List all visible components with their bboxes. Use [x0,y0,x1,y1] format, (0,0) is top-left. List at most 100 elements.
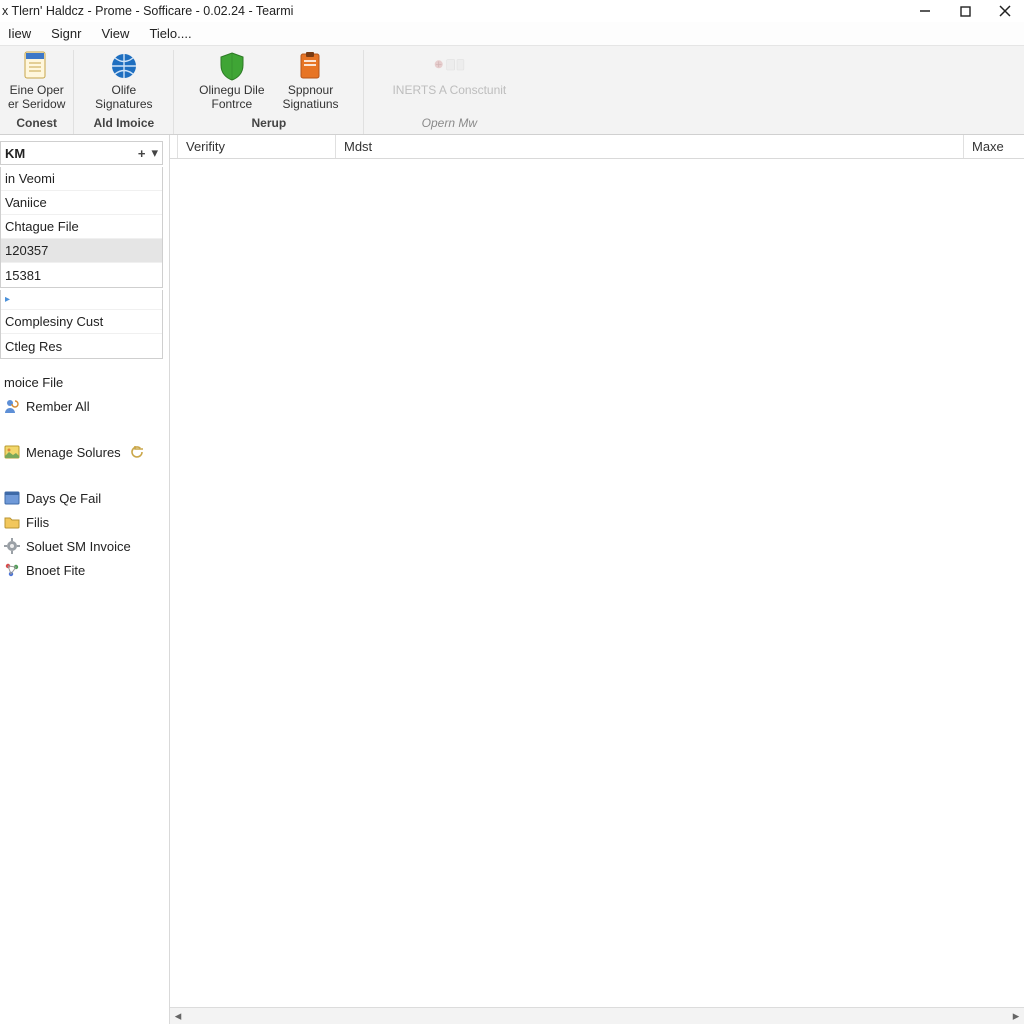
picture-icon [4,444,20,460]
sidebar-link-label: Days Qe Fail [26,491,101,506]
ribbon-btn-label: Eine Operer Seridow [8,84,65,112]
ribbon-group-label: Ald Imoice [94,116,155,130]
list-item[interactable]: Complesiny Cust [1,310,162,334]
column-header[interactable]: Mdst [336,135,964,158]
sidebar: KM + ▾ in Veomi Vaniice Chtague File 120… [0,135,170,1024]
list-item-label: in Veomi [5,171,55,186]
main: Verifity Mdst Maxe ◂ ▸ [170,135,1024,1024]
document-icon [21,50,53,82]
column-headers: Verifity Mdst Maxe [170,135,1024,159]
window-title: x Tlern' Haldcz - Prome - Sofficare - 0.… [2,4,293,18]
sidebar-selector[interactable]: KM + ▾ [0,141,163,165]
folder-icon [4,514,20,530]
refresh-icon [129,444,145,460]
window-controls [910,1,1020,21]
app-window: x Tlern' Haldcz - Prome - Sofficare - 0.… [0,0,1024,1024]
list-item-label: 15381 [5,268,41,283]
ribbon-btn-inerts-consctunit: INERTS A Consctunit [392,50,506,98]
calendar-icon [4,490,20,506]
list-item-blank[interactable]: ▸ [1,290,162,310]
list-item-label: Chtague File [5,219,79,234]
ribbon-groups: Eine Operer Seridow Conest OlifeSignatur… [0,50,1024,134]
list-item-label: Complesiny Cust [5,314,103,329]
chevron-down-icon[interactable]: ▾ [151,145,158,161]
horizontal-scrollbar[interactable]: ◂ ▸ [170,1007,1024,1024]
ribbon-group-label: Opern Mw [422,116,477,130]
sidebar-selector-label: KM [5,146,25,161]
column-header-label: Maxe [972,139,1004,154]
sidebar-links: Rember All Menage Solures Days Qe Fail F… [0,394,169,582]
maximize-button[interactable] [950,1,980,21]
list-item[interactable]: in Veomi [1,167,162,191]
column-header-label: Verifity [186,139,225,154]
ribbon-btn-sppnour-signatiuns[interactable]: SppnourSignatiuns [283,50,339,112]
shield-green-icon [216,50,248,82]
sidebar-link-label: Menage Solures [26,445,121,460]
ribbon-group-opern-mw: INERTS A Consctunit Opern Mw [364,50,534,134]
sidebar-link-bnoet-fite[interactable]: Bnoet Fite [4,562,165,578]
column-handle[interactable] [170,135,178,158]
sidebar-list-top: in Veomi Vaniice Chtague File 120357 153… [0,167,163,288]
sidebar-link-label: Bnoet Fite [26,563,85,578]
list-item-label: Vaniice [5,195,47,210]
spacer [4,468,165,482]
menu-item-signr[interactable]: Signr [47,24,85,43]
list-item-label: Ctleg Res [5,339,62,354]
column-header[interactable]: Maxe [964,135,1024,158]
minimize-button[interactable] [910,1,940,21]
column-header[interactable]: Verifity [178,135,336,158]
spacer [4,422,165,436]
ribbon-group-conest: Eine Operer Seridow Conest [0,50,74,134]
menu-item-iew[interactable]: Iiew [4,24,35,43]
ribbon-btn-label: OlifeSignatures [95,84,152,112]
close-button[interactable] [990,1,1020,21]
sidebar-link-fills[interactable]: Filis [4,514,165,530]
sidebar-selector-controls: + ▾ [138,145,158,161]
scroll-left-icon[interactable]: ◂ [170,1008,186,1024]
scroll-track[interactable] [202,1009,992,1024]
menubar: Iiew Signr View Tielo.... [0,22,1024,46]
list-item-label: 120357 [5,243,48,258]
documents-disabled-icon [433,50,465,82]
gear-icon [4,538,20,554]
list-item[interactable]: Chtague File [1,215,162,239]
close-icon [999,5,1011,17]
nodes-icon [4,562,20,578]
ribbon-btn-label: SppnourSignatiuns [283,84,339,112]
list-item[interactable]: Vaniice [1,191,162,215]
sidebar-section-label: moice File [0,361,169,394]
ribbon-group-nerup: Olinegu DileFontrce SppnourSignatiuns Ne… [174,50,364,134]
scroll-right-icon[interactable]: ▸ [1008,1008,1024,1024]
globe-icon [108,50,140,82]
sidebar-link-menage-solures[interactable]: Menage Solures [4,444,165,460]
chevron-right-icon: ▸ [5,294,10,305]
person-refresh-icon [4,398,20,414]
ribbon-btn-olinegu-dile[interactable]: Olinegu DileFontrce [199,50,264,112]
ribbon-btn-label: INERTS A Consctunit [392,84,506,98]
maximize-icon [960,6,971,17]
ribbon-group-ald-imoice: OlifeSignatures Ald Imoice [74,50,174,134]
ribbon-btn-eine-oper[interactable]: Eine Operer Seridow [8,50,65,112]
sidebar-link-label: Soluet SM Invoice [26,539,131,554]
list-item[interactable]: Ctleg Res [1,334,162,358]
sidebar-link-label: Rember All [26,399,90,414]
column-header-label: Mdst [344,139,372,154]
plus-icon[interactable]: + [138,146,146,161]
sidebar-link-days-qe-fail[interactable]: Days Qe Fail [4,490,165,506]
ribbon-group-label: Nerup [252,116,287,130]
sidebar-link-label: Filis [26,515,49,530]
sidebar-link-soluet-sm-invoice[interactable]: Soluet SM Invoice [4,538,165,554]
ribbon-btn-olife-signatures[interactable]: OlifeSignatures [95,50,152,112]
clipboard-orange-icon [295,50,327,82]
sidebar-list-mid: ▸ Complesiny Cust Ctleg Res [0,290,163,359]
list-item[interactable]: 120357 [1,239,162,263]
ribbon-group-label: Conest [16,116,57,130]
menu-item-view[interactable]: View [97,24,133,43]
body: KM + ▾ in Veomi Vaniice Chtague File 120… [0,135,1024,1024]
ribbon: Eine Operer Seridow Conest OlifeSignatur… [0,46,1024,135]
list-item[interactable]: 15381 [1,263,162,287]
sidebar-link-rember-all[interactable]: Rember All [4,398,165,414]
minimize-icon [919,5,931,17]
ribbon-btn-label: Olinegu DileFontrce [199,84,264,112]
menu-item-tielo[interactable]: Tielo.... [145,24,195,43]
